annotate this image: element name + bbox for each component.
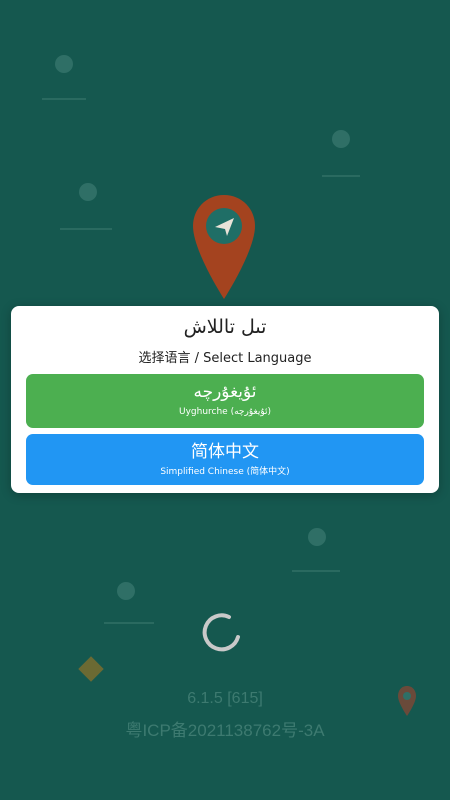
map-pin-icon	[117, 582, 135, 600]
decoration-line	[322, 175, 360, 177]
loading-spinner-icon	[202, 613, 240, 652]
uyghur-language-label: ئۇيغۇرچە	[193, 382, 257, 402]
icp-license: 粤ICP备2021138762号-3A	[125, 721, 325, 740]
chinese-language-sublabel: Simplified Chinese (简体中文)	[160, 467, 290, 477]
splash-screen: 6.1.5 [615] 粤ICP备2021138762号-3A تىل تالل…	[0, 0, 450, 800]
uyghur-language-sublabel: Uyghurche (ئۇيغۇرچە)	[178, 407, 271, 417]
decoration-line	[60, 228, 112, 230]
map-pin-icon	[308, 528, 326, 546]
decoration-line	[104, 622, 154, 624]
map-pin-icon	[55, 55, 73, 73]
map-pin-icon	[332, 130, 350, 148]
language-dialog: تىل تاللاش 选择语言 / Select Language ئۇيغۇر…	[11, 306, 439, 493]
logo-pin-icon	[193, 195, 255, 299]
chinese-language-button[interactable]: 简体中文 Simplified Chinese (简体中文)	[26, 434, 424, 485]
dialog-subtitle: 选择语言 / Select Language	[138, 351, 312, 366]
chinese-language-label: 简体中文	[191, 442, 259, 462]
app-version: 6.1.5 [615]	[187, 690, 263, 707]
decoration-line	[42, 98, 86, 100]
dialog-title: تىل تاللاش	[183, 316, 267, 338]
map-pin-icon	[79, 183, 97, 201]
uyghur-language-button[interactable]: ئۇيغۇرچە Uyghurche (ئۇيغۇرچە)	[26, 374, 424, 428]
warning-sign-icon	[78, 656, 104, 682]
decoration-line	[292, 570, 340, 572]
